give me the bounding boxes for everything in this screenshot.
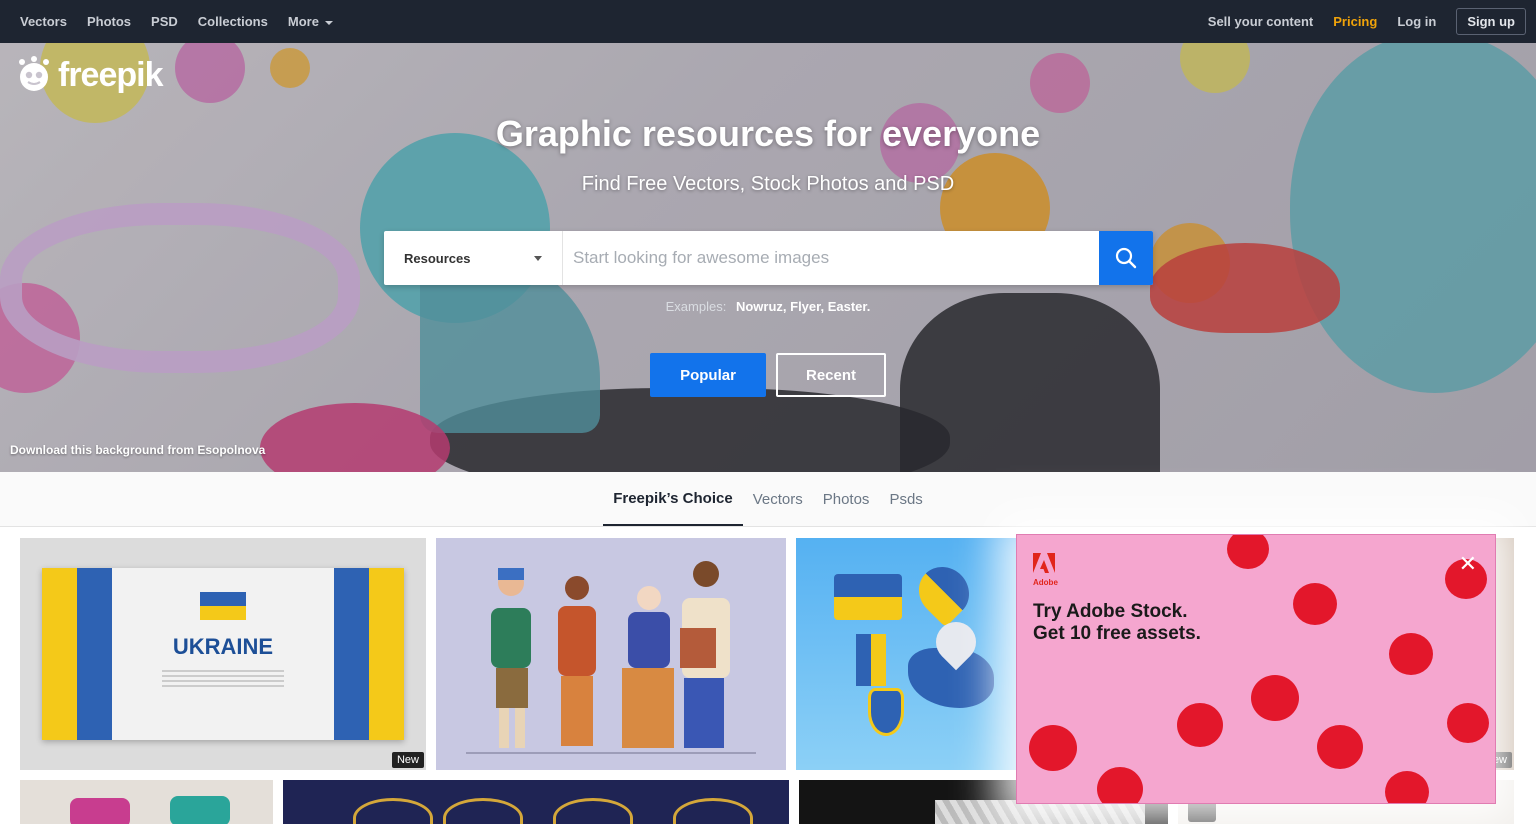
recent-button[interactable]: Recent	[776, 353, 886, 397]
top-navigation: Vectors Photos PSD Collections More Sell…	[0, 0, 1536, 43]
ukraine-flag-icon	[200, 592, 246, 620]
tab-freepiks-choice[interactable]: Freepik’s Choice	[603, 472, 743, 526]
trident-emblem-icon	[868, 688, 904, 736]
flag-icon	[834, 574, 902, 620]
logo-wordmark: freepik	[58, 55, 163, 94]
signup-button[interactable]: Sign up	[1456, 8, 1526, 35]
tab-psds[interactable]: Psds	[879, 472, 932, 526]
gold-frame-shape	[443, 798, 523, 824]
adobe-stock-ad[interactable]: Adobe Try Adobe Stock. Get 10 free asset…	[1016, 534, 1496, 804]
tab-vectors[interactable]: Vectors	[743, 472, 813, 526]
text-placeholder-lines	[162, 670, 284, 690]
tile-shape	[70, 798, 130, 824]
new-badge: New	[391, 752, 424, 768]
cherry-decoration	[1227, 535, 1269, 569]
nav-collections[interactable]: Collections	[188, 14, 278, 29]
resource-tile-ukraine[interactable]: UKRAINE New	[20, 538, 426, 770]
heart-icon	[908, 556, 980, 628]
nav-more-label: More	[287, 14, 319, 29]
adobe-logo-icon	[1033, 553, 1055, 573]
nav-sell-content[interactable]: Sell your content	[1198, 14, 1323, 29]
adobe-brand-label: Adobe	[1033, 578, 1058, 587]
tile-shape	[170, 796, 230, 824]
content-tabs: Freepik’s Choice Vectors Photos Psds	[0, 472, 1536, 527]
nav-pricing[interactable]: Pricing	[1323, 14, 1387, 29]
search-icon	[1115, 247, 1137, 269]
popular-button[interactable]: Popular	[650, 353, 766, 397]
chevron-down-icon	[534, 255, 542, 261]
gold-frame-shape	[553, 798, 633, 824]
gold-frame-shape	[353, 798, 433, 824]
resource-tile-row2-2[interactable]	[283, 780, 789, 824]
chevron-down-icon	[324, 20, 333, 25]
hero-banner: freepik Graphic resources for everyone F…	[0, 43, 1536, 472]
resource-tile-row2-1[interactable]	[20, 780, 273, 824]
ad-line-1: Try Adobe Stock.	[1033, 601, 1188, 622]
tab-photos[interactable]: Photos	[813, 472, 880, 526]
nav-vectors[interactable]: Vectors	[10, 14, 77, 29]
resource-tile-students[interactable]	[436, 538, 786, 770]
cherry-decoration	[1097, 767, 1143, 803]
search-button[interactable]	[1099, 231, 1153, 285]
cherry-decoration	[1177, 703, 1223, 747]
cherry-decoration	[1251, 675, 1299, 721]
cherry-decoration	[1317, 725, 1363, 769]
close-icon[interactable]: ✕	[1459, 551, 1477, 577]
ukraine-heading: UKRAINE	[172, 634, 274, 659]
cherry-decoration	[1389, 633, 1433, 675]
cherry-decoration	[1293, 583, 1337, 625]
search-bar: Resources	[384, 231, 1153, 285]
resource-type-select[interactable]: Resources	[384, 231, 563, 285]
examples-label: Examples:	[665, 299, 727, 314]
cherry-decoration	[1447, 703, 1489, 743]
freepik-logo-icon	[14, 55, 54, 95]
students-illustration	[466, 561, 756, 754]
nav-more[interactable]: More	[278, 14, 343, 29]
resource-type-value: Resources	[404, 250, 471, 266]
freepik-logo[interactable]: freepik	[14, 55, 163, 95]
nav-left: Vectors Photos PSD Collections More	[10, 14, 343, 29]
example-link[interactable]: Flyer,	[790, 299, 824, 314]
background-credit-link[interactable]: Download this background from Esopolnova	[10, 443, 265, 457]
cherry-decoration	[1029, 725, 1077, 771]
ukraine-banner-image: UKRAINE	[42, 568, 404, 740]
hero-title: Graphic resources for everyone	[495, 113, 1041, 154]
pennant-icon	[856, 634, 886, 686]
ad-line-2: Get 10 free assets.	[1033, 623, 1201, 644]
adobe-logo: Adobe	[1033, 553, 1058, 587]
nav-psd[interactable]: PSD	[141, 14, 188, 29]
example-link[interactable]: Easter.	[828, 299, 871, 314]
nav-photos[interactable]: Photos	[77, 14, 141, 29]
cherry-decoration	[1385, 771, 1429, 803]
search-examples: Examples: Nowruz, Flyer, Easter.	[0, 299, 1536, 314]
nav-right: Sell your content Pricing Log in Sign up	[1198, 8, 1526, 35]
gold-frame-shape	[673, 798, 753, 824]
hero-buttons: Popular Recent	[650, 353, 886, 397]
ad-headline: Try Adobe Stock. Get 10 free assets.	[1033, 601, 1201, 645]
example-link[interactable]: Nowruz,	[736, 299, 787, 314]
search-input[interactable]	[563, 231, 1099, 285]
resource-tile-ukraine-icons[interactable]	[796, 538, 1026, 770]
hero-subtitle: Find Free Vectors, Stock Photos and PSD	[581, 173, 955, 195]
nav-login[interactable]: Log in	[1387, 14, 1446, 29]
